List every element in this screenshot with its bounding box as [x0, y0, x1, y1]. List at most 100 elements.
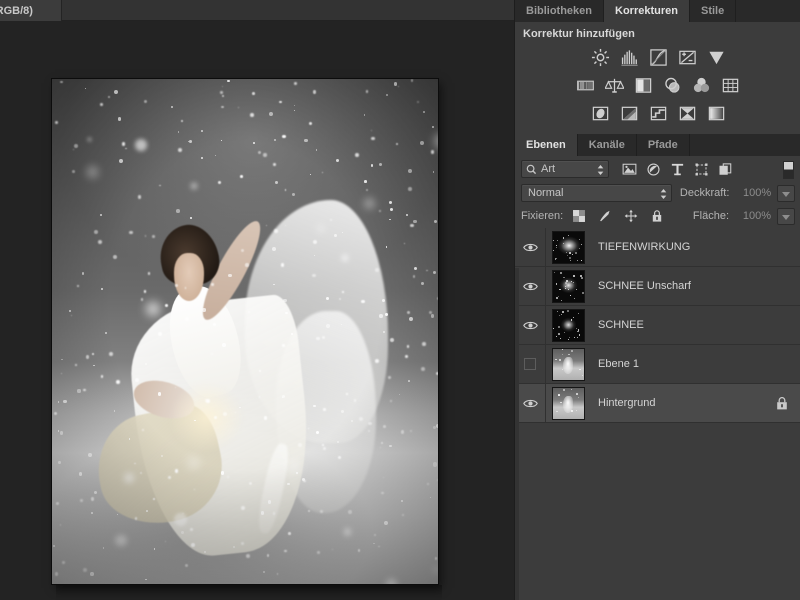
- layer-thumbnail[interactable]: [552, 230, 585, 264]
- vignette: [52, 79, 438, 584]
- gradient-map-icon[interactable]: [707, 104, 726, 123]
- thumbnail-snow-dot: [569, 252, 571, 254]
- layer-thumbnail[interactable]: [552, 347, 585, 381]
- color-lookup-icon[interactable]: [721, 76, 740, 95]
- thumbnail-snow-dot: [575, 288, 578, 291]
- adjustment-layer-filter-icon[interactable]: [646, 162, 661, 177]
- tab-kan-le[interactable]: Kanäle: [578, 134, 637, 156]
- thumbnail-snow-dot: [557, 240, 559, 242]
- channel-mixer-icon[interactable]: [692, 76, 711, 95]
- hue-saturation-icon[interactable]: [576, 76, 595, 95]
- lock-label: Fixieren:: [521, 210, 564, 222]
- layer-row[interactable]: SCHNEE: [515, 305, 800, 345]
- vibrance-icon[interactable]: [707, 48, 726, 67]
- layers-scroll-gutter[interactable]: [515, 268, 519, 600]
- selective-color-icon[interactable]: [678, 104, 697, 123]
- tab-stile[interactable]: Stile: [690, 0, 737, 22]
- thumbnail-snow-dot: [569, 295, 571, 297]
- levels-icon[interactable]: [620, 48, 639, 67]
- layer-visibility-toggle[interactable]: [515, 266, 546, 306]
- canvas-backdrop[interactable]: [0, 21, 514, 600]
- tab-ebenen[interactable]: Ebenen: [515, 134, 578, 156]
- thumbnail-snow-dot: [560, 299, 562, 301]
- layer-list[interactable]: TIEFENWIRKUNG SCHNEE Unscharf SCHNEE Eben…: [515, 227, 800, 600]
- thumbnail-snow-dot: [563, 276, 565, 279]
- layer-row[interactable]: Hintergrund: [515, 383, 800, 423]
- layer-thumbnail[interactable]: [552, 308, 585, 342]
- document-tab-bar: (RGB/8): [0, 0, 514, 21]
- thumbnail-snow-dot: [574, 298, 575, 299]
- black-and-white-icon[interactable]: [634, 76, 653, 95]
- filter-enable-toggle[interactable]: [783, 161, 794, 179]
- opacity-value[interactable]: 100%: [734, 185, 774, 202]
- filter-kind-select[interactable]: Art: [521, 160, 609, 178]
- layer-row[interactable]: TIEFENWIRKUNG: [515, 227, 800, 267]
- layer-visibility-toggle[interactable]: [515, 227, 546, 267]
- curves-icon[interactable]: [649, 48, 668, 67]
- posterize-icon[interactable]: [620, 104, 639, 123]
- fill-dropdown-arrow[interactable]: [777, 207, 795, 225]
- eye-icon[interactable]: [522, 242, 538, 253]
- document-tab[interactable]: (RGB/8): [0, 0, 62, 21]
- tab-korrekturen[interactable]: Korrekturen: [604, 0, 690, 22]
- tab-label: Stile: [700, 5, 725, 17]
- layer-row[interactable]: SCHNEE Unscharf: [515, 266, 800, 306]
- thumbnail-snow-dot: [554, 358, 557, 361]
- thumbnail-snow-dot: [561, 353, 563, 355]
- thumbnail-snow-dot: [571, 319, 573, 321]
- lock-all-icon[interactable]: [650, 209, 664, 223]
- blend-mode-select[interactable]: Normal: [521, 184, 672, 202]
- fill-value[interactable]: 100%: [734, 208, 774, 225]
- image-canvas[interactable]: [52, 79, 438, 584]
- layer-row[interactable]: Ebene 1: [515, 344, 800, 384]
- lock-position-icon[interactable]: [624, 209, 638, 223]
- thumbnail-snow-dot: [568, 353, 570, 356]
- thumbnail-snow-dot: [556, 410, 558, 412]
- thumbnail-snow-dot: [555, 247, 557, 248]
- thumbnail-snow-dot: [570, 349, 573, 352]
- thumbnail-snow-dot: [558, 394, 560, 396]
- layer-visibility-toggle[interactable]: [515, 383, 546, 423]
- add-adjustment-heading: Korrektur hinzufügen: [523, 28, 635, 40]
- eye-icon[interactable]: [522, 281, 538, 292]
- thumbnail-snow-dot: [578, 396, 580, 398]
- opacity-label: Deckkraft:: [679, 187, 730, 199]
- layer-lock-badge: [776, 397, 788, 410]
- thumbnail-snow-dot: [567, 339, 569, 340]
- canvas-drop-shadow: [56, 585, 442, 600]
- eye-icon[interactable]: [522, 320, 538, 331]
- lock-image-icon[interactable]: [598, 209, 612, 223]
- color-balance-icon[interactable]: [605, 76, 624, 95]
- exposure-icon[interactable]: [678, 48, 697, 67]
- type-layer-filter-icon[interactable]: [670, 162, 685, 177]
- thumbnail-snow-dot: [576, 259, 578, 261]
- eye-off-box: [524, 358, 536, 370]
- invert-icon[interactable]: [591, 104, 610, 123]
- thumbnail-snow-dot: [556, 297, 559, 300]
- layer-visibility-toggle[interactable]: [515, 344, 546, 384]
- layer-thumbnail[interactable]: [552, 386, 585, 420]
- eye-icon[interactable]: [522, 398, 538, 409]
- lock-transparency-icon[interactable]: [572, 209, 586, 223]
- document-area: (RGB/8): [0, 0, 514, 600]
- thumbnail-snow-dot: [573, 274, 576, 277]
- layer-thumbnail[interactable]: [552, 269, 585, 303]
- thumbnail-snow-dot: [581, 292, 584, 295]
- brightness-contrast-icon[interactable]: [591, 48, 610, 67]
- layer-visibility-toggle[interactable]: [515, 305, 546, 345]
- layer-name: TIEFENWIRKUNG: [598, 241, 691, 253]
- threshold-icon[interactable]: [649, 104, 668, 123]
- thumbnail-snow-dot: [563, 331, 566, 334]
- magnifier-icon: [526, 164, 537, 174]
- lock-icon-group: [572, 209, 664, 223]
- tab-pfade[interactable]: Pfade: [637, 134, 690, 156]
- opacity-dropdown-arrow[interactable]: [777, 184, 795, 202]
- tab-bibliotheken[interactable]: Bibliotheken: [515, 0, 605, 22]
- chevron-updown-icon: [660, 189, 667, 199]
- photo-filter-icon[interactable]: [663, 76, 682, 95]
- thumbnail-snow-dot: [566, 309, 569, 312]
- shape-layer-filter-icon[interactable]: [694, 162, 709, 177]
- smart-object-filter-icon[interactable]: [718, 162, 733, 177]
- pixel-layer-filter-icon[interactable]: [622, 162, 637, 177]
- filter-kind-label: Art: [541, 163, 556, 175]
